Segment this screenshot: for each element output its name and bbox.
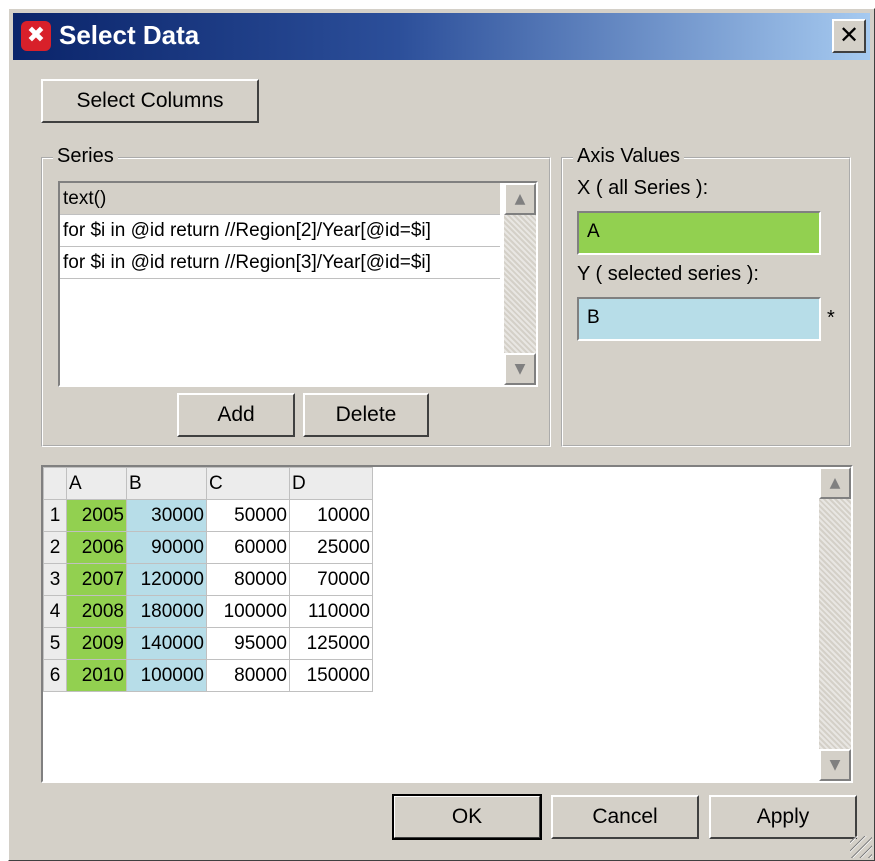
series-item[interactable]: text(): [60, 183, 500, 215]
column-header[interactable]: A: [66, 467, 127, 500]
cell[interactable]: 30000: [126, 499, 207, 532]
series-listbox[interactable]: text() for $i in @id return //Region[2]/…: [58, 181, 538, 387]
x-axis-field[interactable]: A: [577, 211, 821, 255]
scroll-up-icon[interactable]: ▲: [504, 183, 536, 215]
x-axis-label: X ( all Series ):: [577, 177, 709, 199]
close-button[interactable]: ✕: [832, 19, 866, 53]
grid-scrollbar[interactable]: ▲ ▼: [819, 467, 851, 781]
cancel-button[interactable]: Cancel: [551, 795, 699, 839]
cell[interactable]: 95000: [206, 627, 290, 660]
column-header[interactable]: D: [289, 467, 373, 500]
resize-grip-icon[interactable]: [850, 836, 872, 858]
cell[interactable]: 120000: [126, 563, 207, 596]
y-axis-marker: *: [827, 307, 835, 329]
cell[interactable]: 80000: [206, 659, 290, 692]
axis-values-group-label: Axis Values: [573, 145, 685, 168]
cell[interactable]: 110000: [289, 595, 373, 628]
delete-series-button[interactable]: Delete: [303, 393, 429, 437]
row-number[interactable]: 2: [43, 531, 67, 564]
row-number[interactable]: 4: [43, 595, 67, 628]
corner-cell: [43, 467, 67, 500]
column-header[interactable]: B: [126, 467, 207, 500]
row-number[interactable]: 1: [43, 499, 67, 532]
apply-button[interactable]: Apply: [709, 795, 857, 839]
cell[interactable]: 100000: [126, 659, 207, 692]
header-row: A B C D: [43, 467, 373, 500]
cell[interactable]: 25000: [289, 531, 373, 564]
select-columns-button[interactable]: Select Columns: [41, 79, 259, 123]
cell[interactable]: 90000: [126, 531, 207, 564]
ok-button[interactable]: OK: [392, 794, 542, 840]
scroll-down-icon[interactable]: ▼: [504, 353, 536, 385]
cell[interactable]: 10000: [289, 499, 373, 532]
data-table: A B C D 1 2005 30000 50000 10000 2 2006 …: [43, 467, 373, 692]
table-row: 1 2005 30000 50000 10000: [43, 499, 373, 532]
cell[interactable]: 50000: [206, 499, 290, 532]
column-header[interactable]: C: [206, 467, 290, 500]
y-axis-label: Y ( selected series ):: [577, 263, 759, 285]
cell[interactable]: 2009: [66, 627, 127, 660]
app-logo-icon: ✖: [21, 21, 51, 51]
cell[interactable]: 60000: [206, 531, 290, 564]
series-scrollbar[interactable]: ▲ ▼: [504, 183, 536, 385]
cell[interactable]: 150000: [289, 659, 373, 692]
y-axis-field[interactable]: B: [577, 297, 821, 341]
table-row: 5 2009 140000 95000 125000: [43, 627, 373, 660]
select-data-dialog: ✖ Select Data ✕ Select Columns Series te…: [8, 8, 875, 861]
cell[interactable]: 125000: [289, 627, 373, 660]
table-row: 3 2007 120000 80000 70000: [43, 563, 373, 596]
scroll-down-icon[interactable]: ▼: [819, 749, 851, 781]
row-number[interactable]: 6: [43, 659, 67, 692]
cell[interactable]: 2006: [66, 531, 127, 564]
series-group: Series text() for $i in @id return //Reg…: [41, 145, 551, 447]
row-number[interactable]: 3: [43, 563, 67, 596]
table-row: 2 2006 90000 60000 25000: [43, 531, 373, 564]
series-group-label: Series: [53, 145, 118, 168]
row-number[interactable]: 5: [43, 627, 67, 660]
cell[interactable]: 70000: [289, 563, 373, 596]
series-item[interactable]: for $i in @id return //Region[3]/Year[@i…: [60, 247, 500, 279]
dialog-title: Select Data: [59, 20, 200, 50]
cell[interactable]: 2008: [66, 595, 127, 628]
cell[interactable]: 2005: [66, 499, 127, 532]
cell[interactable]: 140000: [126, 627, 207, 660]
series-list: text() for $i in @id return //Region[2]/…: [60, 183, 500, 279]
cell[interactable]: 2010: [66, 659, 127, 692]
scroll-up-icon[interactable]: ▲: [819, 467, 851, 499]
cell[interactable]: 100000: [206, 595, 290, 628]
cell[interactable]: 180000: [126, 595, 207, 628]
add-series-button[interactable]: Add: [177, 393, 295, 437]
axis-values-group: Axis Values X ( all Series ): A Y ( sele…: [561, 145, 851, 447]
table-row: 6 2010 100000 80000 150000: [43, 659, 373, 692]
cell[interactable]: 2007: [66, 563, 127, 596]
cell[interactable]: 80000: [206, 563, 290, 596]
data-grid[interactable]: A B C D 1 2005 30000 50000 10000 2 2006 …: [41, 465, 853, 783]
series-item[interactable]: for $i in @id return //Region[2]/Year[@i…: [60, 215, 500, 247]
table-row: 4 2008 180000 100000 110000: [43, 595, 373, 628]
title-bar[interactable]: ✖ Select Data ✕: [13, 13, 870, 60]
